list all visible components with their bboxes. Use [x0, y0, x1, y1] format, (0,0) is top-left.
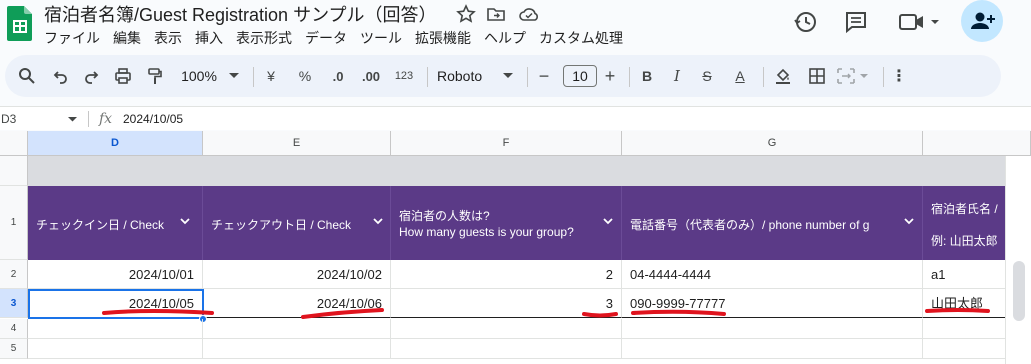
annotation-underline-g3: [631, 309, 726, 316]
annotation-underline-d3: [102, 309, 214, 315]
annotation-underline-h3: [925, 308, 990, 313]
red-annotation-marks: [102, 308, 990, 319]
annotation-underline-f3: [582, 312, 618, 318]
annotation-underline-e3: [301, 308, 384, 319]
